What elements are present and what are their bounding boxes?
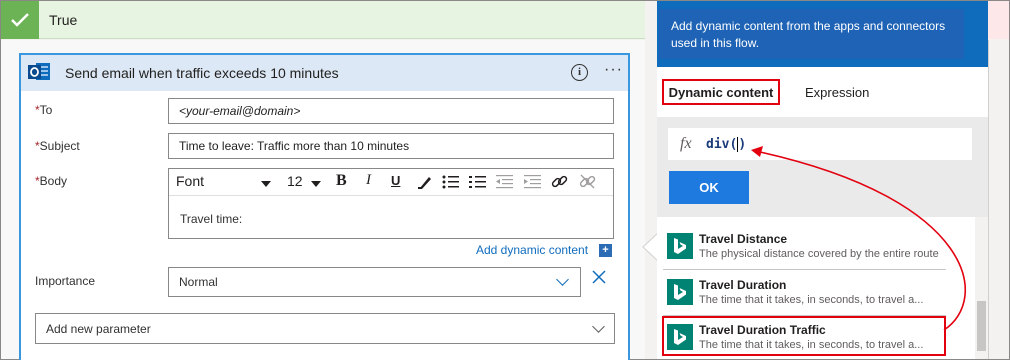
decrease-indent-icon[interactable] xyxy=(496,174,513,192)
condition-true-header[interactable]: True xyxy=(1,1,645,39)
expression-text: div( xyxy=(706,137,738,152)
font-color-icon[interactable] xyxy=(417,174,433,193)
bing-maps-icon xyxy=(667,233,693,259)
numbered-list-icon[interactable] xyxy=(469,174,486,192)
font-select[interactable]: Font xyxy=(176,173,204,189)
item-title: Travel Duration xyxy=(699,278,787,292)
size-dropdown-icon[interactable] xyxy=(311,175,321,191)
bullet-list-icon[interactable] xyxy=(442,174,459,192)
add-parameter-label: Add new parameter xyxy=(46,321,151,336)
body-toolbar: Font 12 B I U xyxy=(169,169,613,196)
item-description: The physical distance covered by the ent… xyxy=(699,248,939,260)
outlook-icon xyxy=(27,60,51,84)
importance-label: Importance xyxy=(35,274,96,288)
card-header[interactable]: Send email when traffic exceeds 10 minut… xyxy=(21,55,628,91)
to-label-text: To xyxy=(39,103,53,117)
fx-icon: fx xyxy=(680,135,692,152)
condition-label: True xyxy=(49,12,78,28)
more-options-icon[interactable]: ··· xyxy=(604,61,623,79)
body-label: *Body xyxy=(35,174,67,188)
add-parameter-select[interactable]: Add new parameter xyxy=(35,313,615,344)
send-email-action-card[interactable]: Send email when traffic exceeds 10 minut… xyxy=(19,53,630,360)
body-label-text: Body xyxy=(39,174,68,188)
clear-icon[interactable] xyxy=(592,267,606,290)
italic-button[interactable]: I xyxy=(366,172,371,189)
body-editor[interactable]: Font 12 B I U Travel time: xyxy=(168,168,614,239)
importance-value: Normal xyxy=(179,275,218,289)
chevron-down-icon[interactable] xyxy=(592,320,605,333)
unlink-icon[interactable] xyxy=(579,173,596,193)
add-icon[interactable]: + xyxy=(599,244,612,257)
increase-indent-icon[interactable] xyxy=(524,174,541,192)
bing-maps-icon xyxy=(667,279,693,305)
to-field[interactable]: <your-email@domain> xyxy=(168,98,614,124)
panel-header-text: Add dynamic content from the apps and co… xyxy=(671,19,946,50)
importance-select[interactable]: Normal xyxy=(168,267,581,297)
divider xyxy=(988,40,989,359)
expression-closing: ) xyxy=(738,137,747,152)
ok-button[interactable]: OK xyxy=(669,171,749,204)
body-content[interactable]: Travel time: xyxy=(180,212,242,226)
to-label: *To xyxy=(35,103,52,117)
item-title: Travel Distance xyxy=(699,232,788,246)
subject-label: *Subject xyxy=(35,139,80,153)
tab-expression[interactable]: Expression xyxy=(805,85,869,100)
subject-label-text: Subject xyxy=(39,139,80,153)
underline-button[interactable]: U xyxy=(391,173,400,188)
font-size-select[interactable]: 12 xyxy=(287,173,303,189)
divider xyxy=(663,269,946,270)
link-icon[interactable] xyxy=(551,173,568,193)
panel-header-inner: Add dynamic content from the apps and co… xyxy=(659,9,964,59)
check-icon xyxy=(1,1,39,39)
list-item-travel-distance[interactable]: Travel Distance The physical distance co… xyxy=(663,229,946,270)
tab-dynamic-content[interactable]: Dynamic content xyxy=(662,79,780,105)
panel-header: Add dynamic content from the apps and co… xyxy=(657,1,988,67)
font-dropdown-icon[interactable] xyxy=(261,175,271,191)
highlight-box xyxy=(662,316,946,356)
dynamic-content-panel: Add dynamic content from the apps and co… xyxy=(657,1,988,359)
scrollbar-thumb[interactable] xyxy=(977,301,986,351)
expression-value: div() xyxy=(706,137,746,152)
bold-button[interactable]: B xyxy=(336,172,347,190)
expression-area: fx div() OK xyxy=(657,117,988,217)
info-icon[interactable]: i xyxy=(571,64,588,81)
chevron-down-icon[interactable] xyxy=(556,273,569,286)
adjacent-branch-strip xyxy=(988,1,1009,39)
subject-field[interactable]: Time to leave: Traffic more than 10 minu… xyxy=(168,133,614,159)
list-item-travel-duration[interactable]: Travel Duration The time that it takes, … xyxy=(663,275,946,316)
card-title: Send email when traffic exceeds 10 minut… xyxy=(65,65,339,81)
add-dynamic-content-link[interactable]: Add dynamic content xyxy=(476,243,588,257)
item-description: The time that it takes, in seconds, to t… xyxy=(699,294,924,306)
expression-input[interactable]: fx div() xyxy=(668,128,972,160)
